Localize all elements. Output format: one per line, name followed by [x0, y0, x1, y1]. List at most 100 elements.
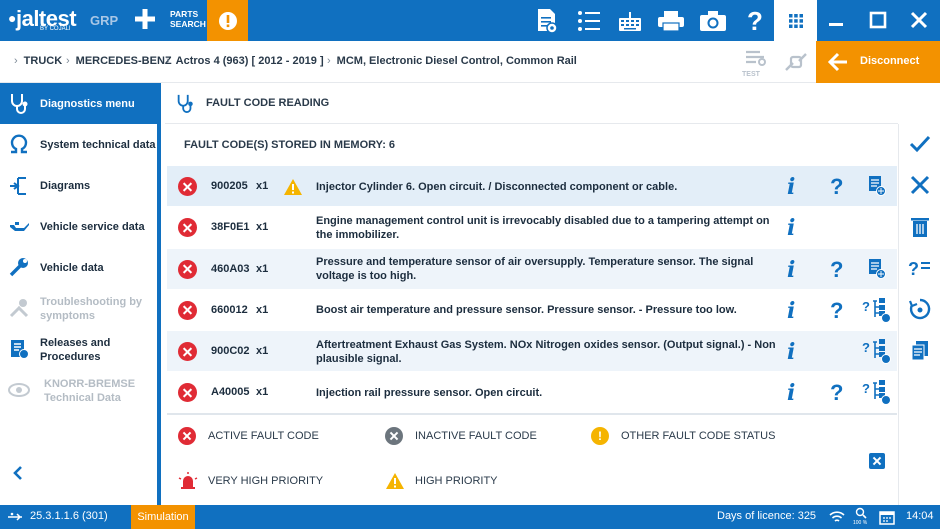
sidebar-item-diagrams[interactable]: Diagrams	[0, 165, 157, 206]
sidebar-item-system-technical-data[interactable]: System technical data	[0, 124, 157, 165]
inactive-fault-icon	[385, 427, 403, 445]
breadcrumb-item[interactable]: MCM, Electronic Diesel Control, Common R…	[327, 55, 577, 67]
legend-inactive: INACTIVE FAULT CODE	[385, 427, 537, 445]
connection-icon[interactable]	[783, 50, 809, 74]
parts-search-button[interactable]: PARTS SEARCH	[170, 9, 206, 29]
test-button[interactable]: TEST	[742, 49, 768, 78]
disconnect-button[interactable]: Disconnect	[816, 41, 940, 83]
fault-count: x1	[256, 262, 269, 275]
sidebar-item-label: KNORR-BREMSE Technical Data	[44, 377, 136, 404]
info-icon[interactable]: i	[787, 380, 795, 406]
status-bar: 25.3.1.1.6 (301) Simulation Days of lice…	[0, 505, 940, 529]
fault-tree-icon[interactable]: ?	[862, 297, 892, 323]
fault-code: 900205	[211, 180, 248, 192]
stored-count-label: FAULT CODE(S) STORED IN MEMORY: 6	[184, 139, 396, 151]
help-icon[interactable]: ?	[830, 380, 843, 406]
svg-text:?: ?	[908, 259, 919, 279]
table-row[interactable]: 460A03 x1 Pressure and temperature senso…	[167, 248, 897, 290]
fault-description: Aftertreatment Exhaust Gas System. NOx N…	[316, 338, 776, 365]
help-list-icon[interactable]: ?	[908, 256, 932, 280]
diagram-icon	[10, 177, 26, 195]
camera-icon[interactable]	[698, 6, 728, 36]
table-row[interactable]: 900205 x1 Injector Cylinder 6. Open circ…	[167, 166, 897, 208]
sidebar-item-knorr-bremse-technical-data[interactable]: KNORR-BREMSE Technical Data	[0, 370, 157, 411]
fault-description: Pressure and temperature sensor of air o…	[316, 256, 754, 283]
fault-count: x1	[256, 345, 269, 358]
breadcrumb-item[interactable]: MERCEDES-BENZ	[66, 55, 172, 67]
add-icon[interactable]	[133, 7, 157, 31]
arrow-left-icon	[827, 52, 847, 72]
disconnect-label: Disconnect	[860, 55, 920, 67]
sidebar-item-label: Vehicle service data	[40, 220, 145, 233]
breadcrumb-item[interactable]: TRUCK	[14, 55, 63, 67]
fault-list: 900205 x1 Injector Cylinder 6. Open circ…	[167, 166, 897, 414]
info-icon[interactable]: i	[787, 339, 795, 365]
close-icon[interactable]	[908, 173, 932, 197]
licence-days: Days of licence: 325	[717, 510, 817, 522]
fault-code: 660012	[211, 303, 248, 316]
table-row[interactable]: 38F0E1 x1 Engine management control unit…	[167, 207, 897, 249]
minimize-icon[interactable]	[825, 9, 847, 31]
sidebar-item-diagnostics-menu[interactable]: Diagnostics menu	[0, 83, 157, 124]
sidebar-item-label: Troubleshooting by symptoms	[40, 295, 143, 322]
keyboard-icon[interactable]	[615, 6, 645, 36]
sidebar-item-label: Diagrams	[40, 179, 91, 192]
documents-icon[interactable]	[908, 339, 932, 363]
table-row[interactable]: 660012 x1 Boost air temperature and pres…	[167, 290, 897, 332]
chevron-left-icon[interactable]	[10, 465, 26, 481]
document-icon[interactable]	[867, 175, 887, 197]
sidebar-item-label: Releases and Procedures	[40, 336, 111, 363]
help-icon[interactable]: ?	[830, 174, 843, 200]
sidebar-item-label: Vehicle data	[40, 261, 104, 274]
tools-icon	[9, 299, 29, 318]
fault-code: 460A03	[211, 262, 250, 275]
sidebar-item-vehicle-data[interactable]: Vehicle data	[0, 247, 157, 288]
zoom-icon[interactable]	[855, 507, 867, 519]
fault-tree-icon[interactable]: ?	[862, 338, 892, 365]
alert-button[interactable]	[207, 0, 248, 41]
info-icon[interactable]: i	[787, 215, 795, 241]
exclamation-icon	[218, 11, 237, 30]
info-icon[interactable]: i	[787, 174, 795, 200]
table-row[interactable]: A40005 x1 Injection rail pressure sensor…	[167, 372, 897, 414]
clock: 14:04	[906, 510, 934, 522]
close-icon[interactable]	[908, 9, 930, 31]
exclamation-icon: !	[591, 427, 609, 445]
stethoscope-icon	[177, 94, 193, 113]
help-icon[interactable]: ?	[740, 6, 770, 36]
trash-icon[interactable]	[908, 215, 932, 239]
legend-high-priority: HIGH PRIORITY	[385, 472, 498, 490]
sidebar-item-label: System technical data	[40, 138, 156, 151]
info-icon[interactable]: i	[787, 257, 795, 283]
sidebar-item-vehicle-service-data[interactable]: Vehicle service data	[0, 206, 157, 247]
document-icon[interactable]	[867, 258, 887, 280]
info-icon[interactable]: i	[787, 298, 795, 324]
svg-text:?: ?	[862, 381, 870, 396]
fault-description: Injector Cylinder 6. Open circuit. / Dis…	[316, 180, 678, 193]
calendar-icon[interactable]	[879, 509, 895, 525]
check-icon[interactable]	[908, 132, 932, 156]
help-icon[interactable]: ?	[830, 298, 843, 324]
sidebar-item-releases-and-procedures[interactable]: Releases and Procedures	[0, 329, 157, 370]
maximize-icon[interactable]	[867, 9, 889, 31]
alarm-icon	[178, 472, 198, 489]
apps-grid-button[interactable]	[774, 0, 817, 41]
close-legend-button[interactable]	[869, 453, 885, 469]
help-icon[interactable]: ?	[830, 257, 843, 283]
active-fault-icon	[178, 218, 197, 238]
fault-tree-icon[interactable]: ?	[862, 379, 892, 406]
report-icon[interactable]	[532, 6, 562, 36]
stethoscope-icon	[11, 94, 28, 114]
simulation-badge: Simulation	[131, 505, 195, 529]
grp-label: GRP	[90, 13, 119, 28]
ohm-icon	[10, 134, 28, 154]
printer-icon[interactable]	[656, 6, 686, 36]
sidebar-item-troubleshooting-by-symptoms[interactable]: Troubleshooting by symptoms	[0, 288, 157, 329]
table-row[interactable]: 900C02 x1 Aftertreatment Exhaust Gas Sys…	[167, 331, 897, 373]
breadcrumb-item[interactable]: Actros 4 (963) [ 2012 - 2019 ]	[166, 55, 324, 67]
list-icon[interactable]	[574, 6, 604, 36]
active-fault-icon	[178, 342, 197, 362]
fault-code: 38F0E1	[211, 221, 250, 234]
clear-codes-icon[interactable]	[908, 297, 932, 321]
sidebar-item-label: Diagnostics menu	[40, 97, 135, 110]
